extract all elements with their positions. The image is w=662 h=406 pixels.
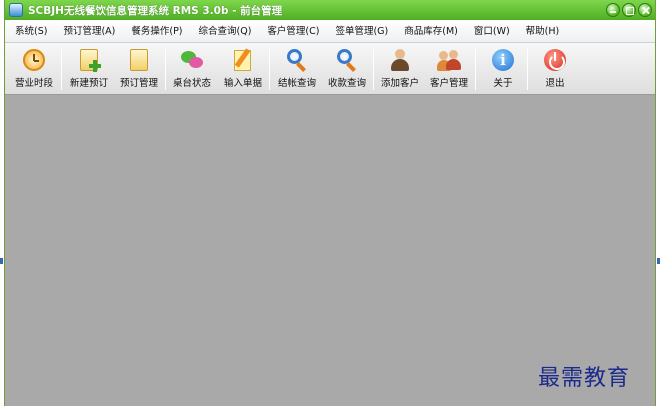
window-edge-marker: [0, 258, 3, 264]
table-status-label: 桌台状态: [172, 78, 211, 89]
business-hours-button[interactable]: 营业时段: [11, 46, 57, 92]
menu-reservation[interactable]: 预订管理(A): [55, 20, 123, 43]
payment-query-label: 收款查询: [327, 78, 366, 89]
menu-dining-operations[interactable]: 餐务操作(P): [123, 20, 190, 43]
checkout-query-label: 结帐查询: [277, 78, 316, 89]
document-icon: [127, 48, 151, 72]
maximize-button[interactable]: [622, 3, 636, 17]
app-window: SCBJH无线餐饮信息管理系统 RMS 3.0b - 前台管理 系统(S) 预订…: [4, 0, 656, 406]
reservation-management-button[interactable]: 预订管理: [115, 46, 163, 92]
magnifier-icon: [335, 48, 359, 72]
enter-order-label: 输入单据: [223, 78, 262, 89]
menu-signed-bills[interactable]: 签单管理(G): [327, 20, 396, 43]
toolbar-separator: [269, 48, 270, 90]
pencil-note-icon: [231, 48, 255, 72]
window-edge-marker: [657, 258, 660, 264]
toolbar-separator: [527, 48, 528, 90]
enter-order-button[interactable]: 输入单据: [219, 46, 267, 92]
customer-management-button[interactable]: 客户管理: [425, 46, 473, 92]
minimize-button[interactable]: [606, 3, 620, 17]
app-icon: [9, 3, 23, 17]
toolbar-separator: [165, 48, 166, 90]
window-controls: [606, 3, 652, 17]
people-icon: [437, 48, 461, 72]
clock-icon: [22, 48, 46, 72]
business-hours-label: 营业时段: [14, 78, 53, 89]
menu-help[interactable]: 帮助(H): [518, 20, 568, 43]
magnifier-icon: [285, 48, 309, 72]
title-bar[interactable]: SCBJH无线餐饮信息管理系统 RMS 3.0b - 前台管理: [5, 0, 655, 20]
menu-window[interactable]: 窗口(W): [466, 20, 518, 43]
close-button[interactable]: [638, 3, 652, 17]
new-document-icon: [77, 48, 101, 72]
add-customer-label: 添加客户: [380, 78, 419, 89]
person-icon: [388, 48, 412, 72]
exit-label: 退出: [545, 78, 565, 89]
menu-query[interactable]: 综合查询(Q): [191, 20, 260, 43]
table-status-button[interactable]: 桌台状态: [168, 46, 216, 92]
menu-bar: 系统(S) 预订管理(A) 餐务操作(P) 综合查询(Q) 客户管理(C) 签单…: [5, 20, 655, 43]
toolbar-separator: [373, 48, 374, 90]
checkout-query-button[interactable]: 结帐查询: [273, 46, 321, 92]
payment-query-button[interactable]: 收款查询: [323, 46, 371, 92]
reservation-management-label: 预订管理: [119, 78, 158, 89]
customer-management-label: 客户管理: [429, 78, 468, 89]
exit-button[interactable]: 退出: [535, 46, 575, 92]
add-customer-button[interactable]: 添加客户: [377, 46, 423, 92]
menu-customer[interactable]: 客户管理(C): [259, 20, 327, 43]
watermark-text: 最需教育: [538, 366, 631, 391]
about-button[interactable]: i 关于: [483, 46, 523, 92]
toolbar-separator: [61, 48, 62, 90]
toolbar: 营业时段 新建预订 预订管理 桌台状态 输入单据 结帐查询 收款查询 添加客户 …: [5, 43, 655, 95]
toolbar-separator: [475, 48, 476, 90]
window-title: SCBJH无线餐饮信息管理系统 RMS 3.0b - 前台管理: [28, 4, 283, 17]
menu-system[interactable]: 系统(S): [5, 20, 55, 43]
new-reservation-button[interactable]: 新建预订: [65, 46, 113, 92]
chat-bubbles-icon: [180, 48, 204, 72]
info-icon: i: [491, 48, 515, 72]
menu-inventory[interactable]: 商品库存(M): [396, 20, 466, 43]
about-label: 关于: [493, 78, 513, 89]
power-icon: [543, 48, 567, 72]
new-reservation-label: 新建预订: [69, 78, 108, 89]
